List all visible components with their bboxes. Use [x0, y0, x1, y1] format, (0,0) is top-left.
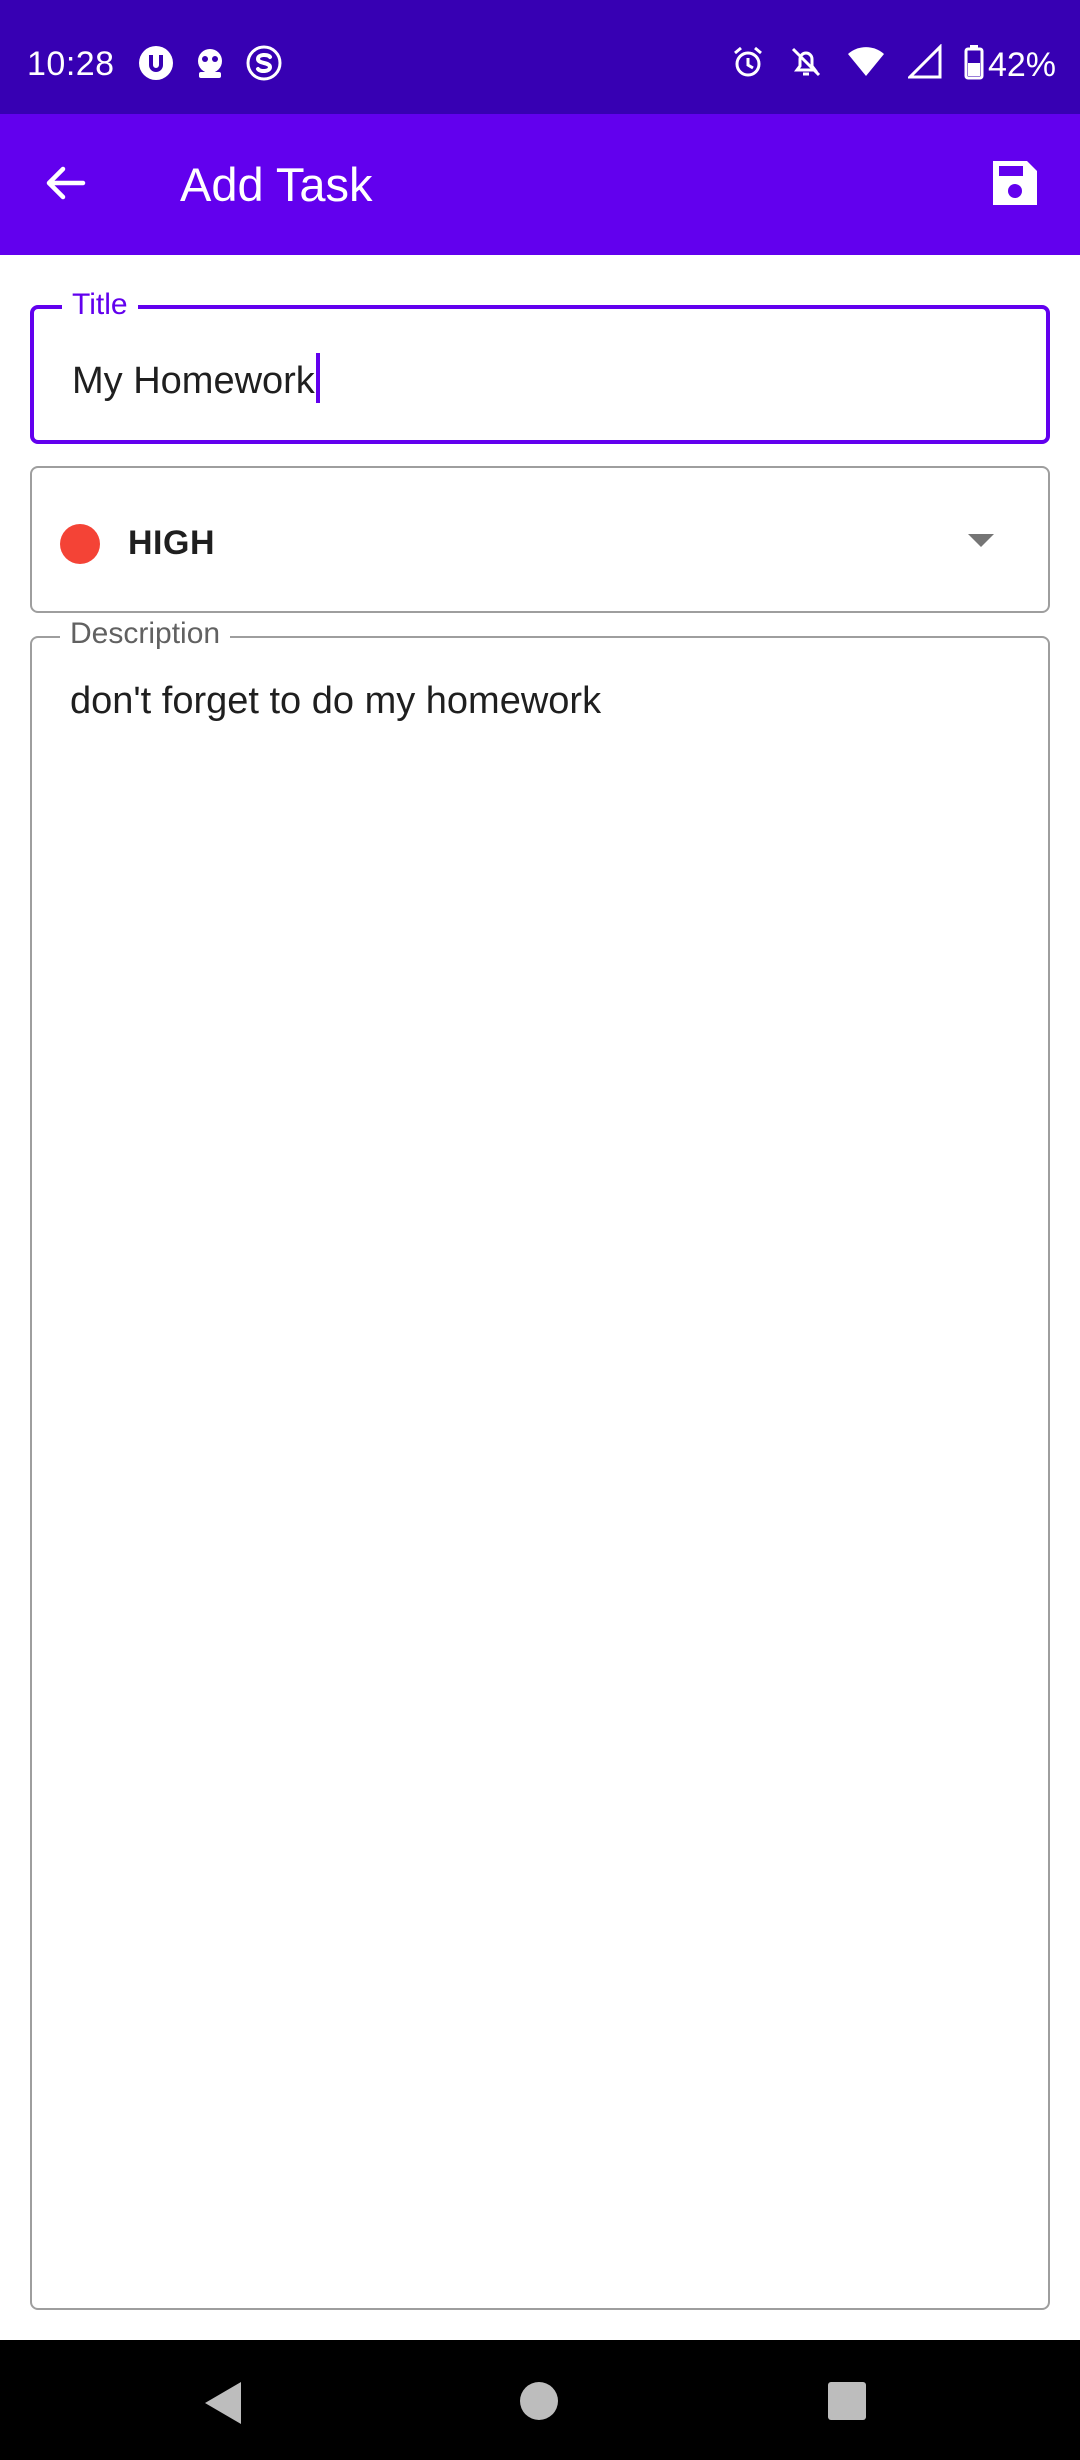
nav-home-icon[interactable] [520, 2382, 558, 2420]
description-field[interactable]: Description don't forget to do my homewo… [30, 616, 1050, 2310]
notifications-off-icon [788, 44, 824, 85]
status-notification-icons [137, 44, 283, 87]
priority-dropdown[interactable]: HIGH [30, 466, 1050, 613]
chevron-down-icon[interactable] [968, 534, 994, 547]
description-field-label: Description [60, 616, 231, 652]
battery-group: 42% [964, 44, 1056, 85]
alarm-icon [730, 44, 766, 85]
description-input[interactable]: don't forget to do my homework [70, 678, 601, 724]
back-button[interactable] [30, 150, 100, 220]
status-bar: 10:28 42% [0, 0, 1080, 114]
save-button[interactable] [980, 150, 1050, 220]
status-system-icons: 42% [730, 43, 1056, 85]
navigation-bar [0, 2340, 1080, 2460]
battery-icon [964, 44, 984, 85]
priority-selected-value: HIGH [128, 524, 215, 562]
arrow-back-icon [43, 161, 87, 210]
signal-icon [906, 43, 942, 85]
app-bar: Add Task [0, 114, 1080, 255]
status-time: 10:28 [27, 45, 115, 83]
title-field[interactable]: Title My Homework [30, 287, 1050, 444]
save-icon [989, 157, 1041, 214]
robot-icon [191, 44, 229, 87]
priority-color-dot [60, 524, 100, 564]
title-input[interactable]: My Homework [72, 353, 320, 404]
shield-badge-icon [137, 44, 175, 87]
title-input-text: My Homework [72, 360, 315, 402]
title-field-label: Title [62, 287, 138, 323]
page-title: Add Task [180, 158, 373, 211]
nav-recents-icon[interactable] [828, 2382, 866, 2420]
s-logo-icon [245, 44, 283, 87]
wifi-icon [846, 44, 886, 85]
battery-percentage: 42% [987, 45, 1056, 84]
nav-back-icon[interactable] [205, 2382, 241, 2424]
text-cursor [315, 353, 320, 403]
